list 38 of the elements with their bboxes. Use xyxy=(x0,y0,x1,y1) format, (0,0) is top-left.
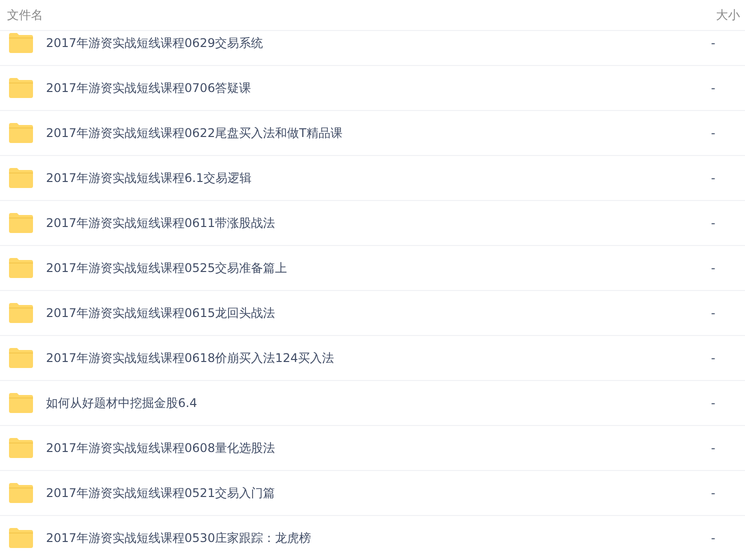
file-name[interactable]: 2017年游资实战短线课程0611带涨股战法 xyxy=(46,214,711,232)
folder-icon xyxy=(8,257,34,279)
file-size: - xyxy=(711,126,716,140)
file-name[interactable]: 2017年游资实战短线课程0608量化选股法 xyxy=(46,440,711,456)
file-size: - xyxy=(711,531,716,545)
file-name[interactable]: 如何从好题材中挖掘金股6.4 xyxy=(46,394,711,412)
file-name[interactable]: 2017年游资实战短线课程6.1交易逻辑 xyxy=(46,170,711,186)
folder-icon xyxy=(8,437,34,459)
file-name[interactable]: 2017年游资实战短线课程0706答疑课 xyxy=(46,80,711,96)
folder-icon xyxy=(8,77,34,99)
file-name[interactable]: 2017年游资实战短线课程0521交易入门篇 xyxy=(46,484,711,502)
file-size: - xyxy=(711,171,716,185)
file-name[interactable]: 2017年游资实战短线课程0629交易系统 xyxy=(46,34,711,52)
file-name[interactable]: 2017年游资实战短线课程0615龙回头战法 xyxy=(46,304,711,322)
file-size: - xyxy=(711,486,716,500)
file-name[interactable]: 2017年游资实战短线课程0530庄家跟踪：龙虎榜 xyxy=(46,530,711,546)
file-size: - xyxy=(711,81,716,95)
file-size: - xyxy=(711,351,716,365)
column-header[interactable]: 大小 xyxy=(716,6,740,24)
file-size: - xyxy=(711,396,716,410)
file-size: - xyxy=(711,306,716,320)
folder-icon xyxy=(8,527,34,549)
column-header[interactable]: 文件名 xyxy=(7,6,716,24)
folder-icon xyxy=(8,482,34,504)
folder-icon xyxy=(8,32,34,54)
folder-icon xyxy=(8,212,34,234)
folder-icon xyxy=(8,167,34,189)
folder-icon xyxy=(8,347,34,369)
folder-icon xyxy=(8,122,34,144)
file-size: - xyxy=(711,441,716,455)
file-name[interactable]: 2017年游资实战短线课程0525交易准备篇上 xyxy=(46,260,711,276)
folder-icon xyxy=(8,302,34,324)
file-name[interactable]: 2017年游资实战短线课程0618价崩买入法124买入法 xyxy=(46,350,711,366)
file-size: - xyxy=(711,36,716,50)
file-size: - xyxy=(711,216,716,230)
file-name[interactable]: 2017年游资实战短线课程0622尾盘买入法和做T精品课 xyxy=(46,124,711,142)
folder-icon xyxy=(8,392,34,414)
file-size: - xyxy=(711,261,716,275)
